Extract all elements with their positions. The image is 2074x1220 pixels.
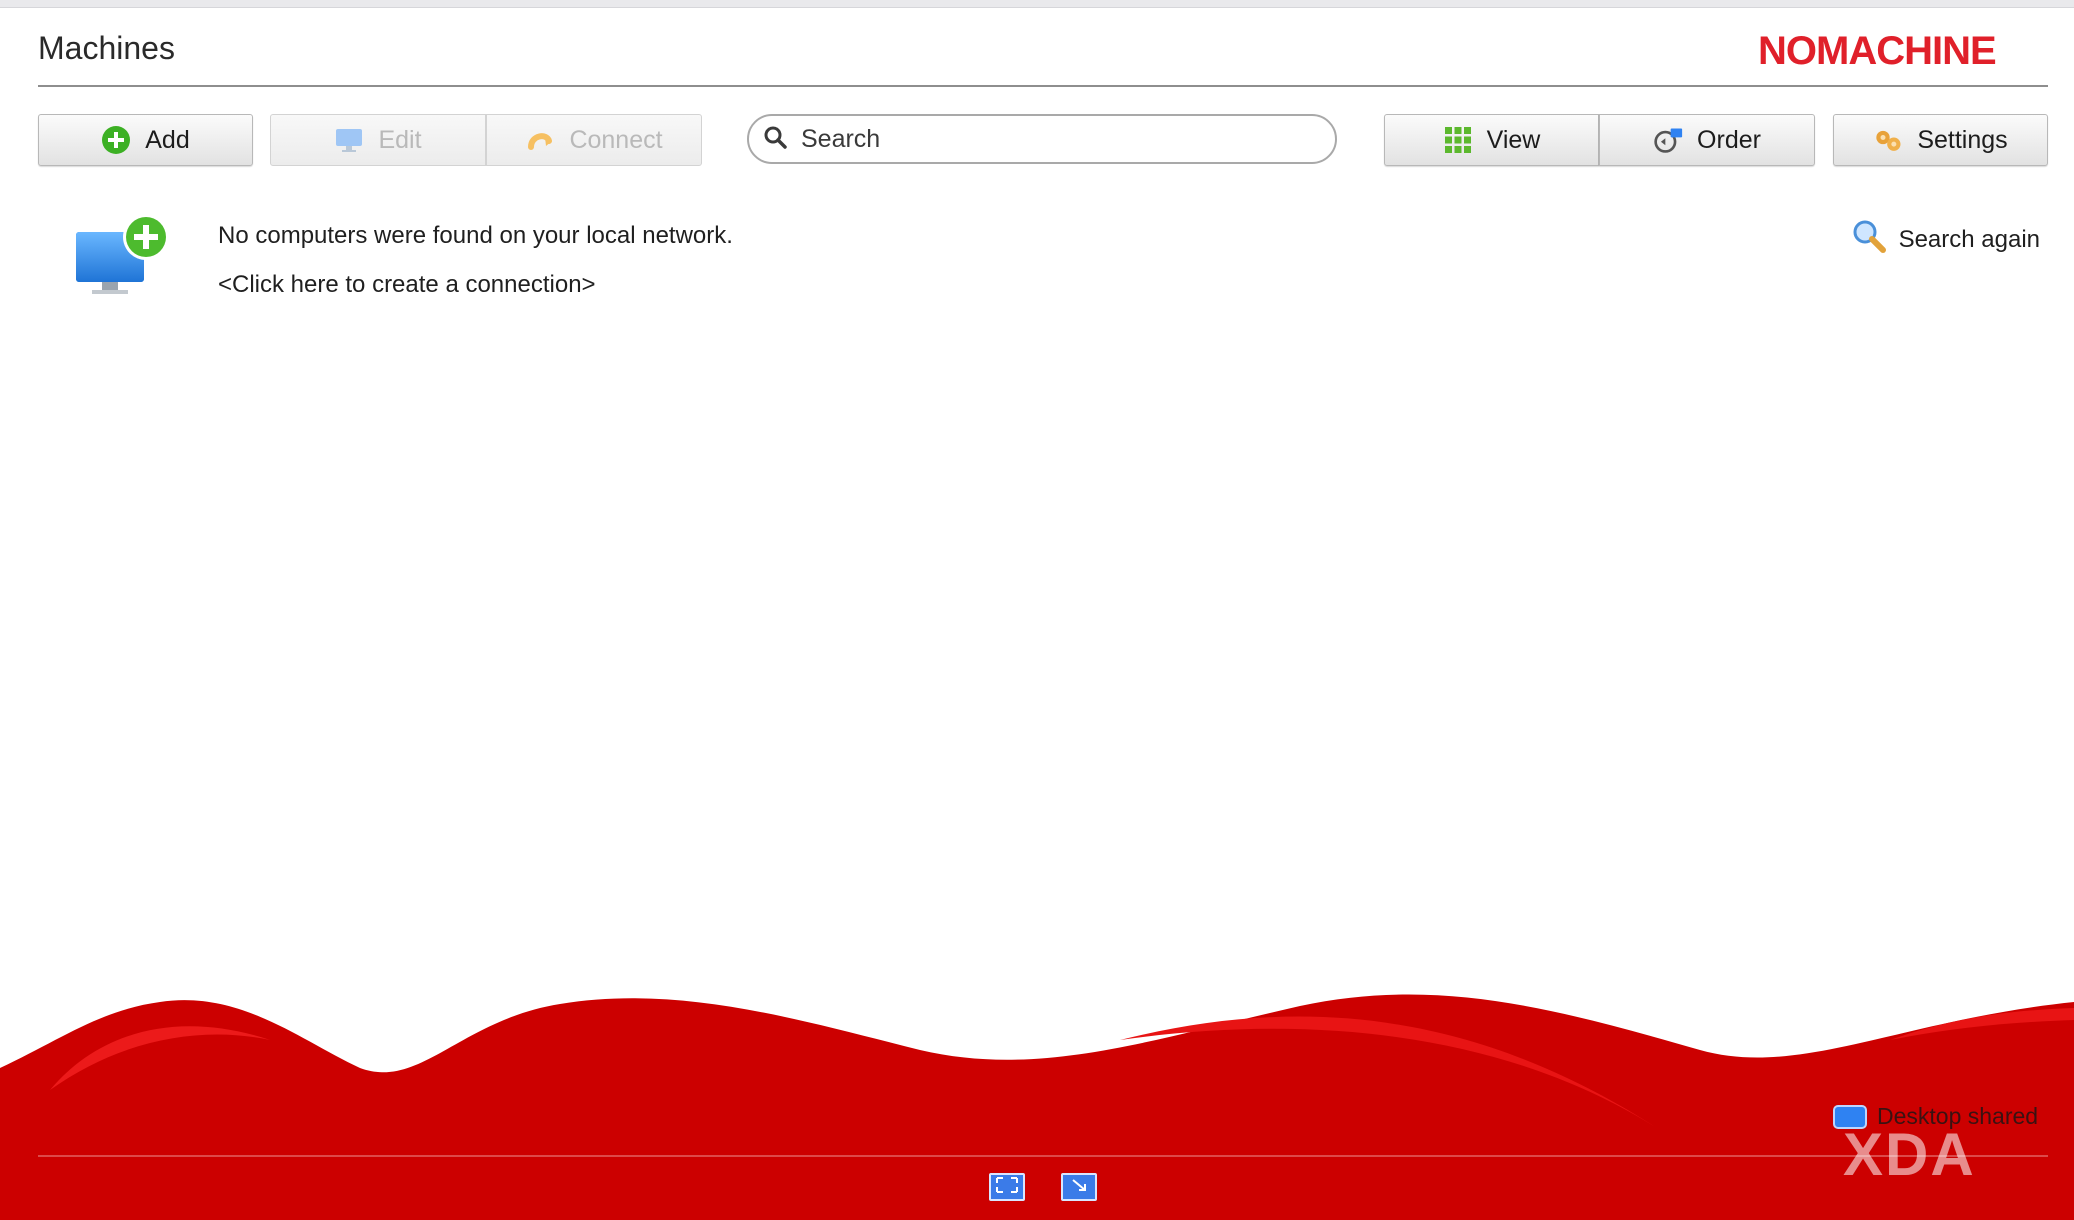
- order-icon: [1653, 125, 1683, 155]
- search-field[interactable]: [747, 114, 1337, 164]
- search-again-label: Search again: [1898, 225, 2040, 253]
- connect-icon: [525, 125, 555, 155]
- search-again-button[interactable]: Search again: [1851, 218, 2040, 261]
- magnifier-icon: [1851, 218, 1887, 261]
- xda-watermark: XDA: [1843, 1121, 1976, 1188]
- arrow-down-right-icon: [1067, 1176, 1091, 1199]
- fullscreen-button[interactable]: [989, 1173, 1025, 1201]
- order-button[interactable]: Order: [1599, 114, 1815, 166]
- add-icon: [101, 125, 131, 155]
- order-button-label: Order: [1697, 125, 1761, 154]
- settings-button[interactable]: Settings: [1833, 114, 2048, 166]
- connect-button[interactable]: Connect: [486, 114, 702, 166]
- grid-icon: [1443, 125, 1473, 155]
- search-input[interactable]: [801, 124, 1301, 154]
- svg-text:NOMACHINE: NOMACHINE: [1758, 30, 1996, 72]
- resize-button[interactable]: [1061, 1173, 1097, 1201]
- window-top-strip: [0, 0, 2074, 8]
- footer-wave-decoration: [0, 994, 2074, 1220]
- footer-divider: [38, 1155, 2048, 1157]
- edit-button-label: Edit: [378, 125, 422, 154]
- gears-icon: [1873, 125, 1903, 155]
- monitor-icon: [334, 125, 364, 155]
- connect-button-label: Connect: [569, 125, 663, 154]
- empty-state-message: No computers were found on your local ne…: [218, 222, 733, 249]
- expand-icon: [995, 1176, 1019, 1199]
- header-divider: [38, 85, 2048, 87]
- add-button-label: Add: [145, 125, 190, 154]
- settings-button-label: Settings: [1917, 125, 2008, 154]
- add-computer-icon[interactable]: [74, 212, 174, 302]
- page-title: Machines: [38, 30, 175, 66]
- view-button-label: View: [1486, 125, 1541, 154]
- view-button[interactable]: View: [1384, 114, 1599, 166]
- edit-button[interactable]: Edit: [270, 114, 486, 166]
- search-icon: [763, 125, 787, 154]
- add-button[interactable]: Add: [38, 114, 253, 166]
- nomachine-logo: NOMACHINE: [1758, 29, 2048, 77]
- create-connection-link[interactable]: <Click here to create a connection>: [218, 271, 596, 299]
